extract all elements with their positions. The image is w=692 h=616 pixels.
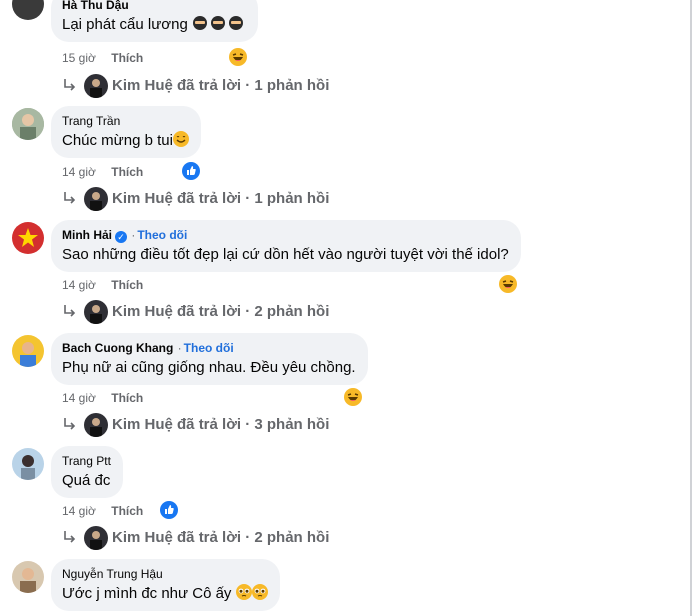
smile-emoji-icon: [172, 131, 189, 147]
commenter-name[interactable]: Nguyễn Trung Hậu: [62, 566, 268, 582]
reply-arrow-icon: [62, 303, 78, 319]
like-reaction-icon[interactable]: [160, 501, 178, 519]
avatar[interactable]: [12, 448, 44, 480]
comment-text: Sao những điều tốt đẹp lại cứ dồn hết và…: [62, 246, 509, 263]
avatar[interactable]: [12, 561, 44, 593]
avatar: [84, 74, 108, 98]
comment-time[interactable]: 14 giờ: [62, 504, 96, 518]
comment-time[interactable]: 14 giờ: [62, 391, 96, 405]
comment-meta: 15 giờ Thích: [62, 50, 143, 66]
reply-count: 1 phản hồi: [254, 77, 330, 94]
avatar: [84, 187, 108, 211]
commenter-name[interactable]: Minh Hải: [62, 228, 112, 242]
follow-button[interactable]: Theo dõi: [184, 341, 234, 355]
avatar: [84, 300, 108, 324]
comment-time[interactable]: 15 giờ: [62, 51, 96, 65]
comment-text: Chúc mừng b tui: [62, 132, 173, 149]
comment-time[interactable]: 14 giờ: [62, 278, 96, 292]
comment-bubble: Trang Trần Chúc mừng b tui: [51, 106, 201, 158]
reply-author: Kim Huệ: [112, 190, 173, 207]
like-button[interactable]: Thích: [111, 51, 143, 65]
reply-author: Kim Huệ: [112, 77, 173, 94]
commenter-name[interactable]: Bach Cuong Khang: [62, 341, 173, 355]
reply-author: Kim Huệ: [112, 529, 173, 546]
pleading-emoji-icon: [235, 584, 252, 600]
commenter-name[interactable]: Trang Ptt: [62, 453, 111, 469]
follow-button[interactable]: Theo dõi: [137, 228, 187, 242]
avatar[interactable]: [12, 108, 44, 140]
comment-meta: 14 giờ Thích: [62, 277, 143, 293]
like-button[interactable]: Thích: [111, 278, 143, 292]
commenter-name[interactable]: Hà Thu Dậu: [62, 0, 246, 13]
like-button[interactable]: Thích: [111, 391, 143, 405]
comment-bubble: Bach Cuong Khang · Theo dõi Phụ nữ ai cũn…: [51, 333, 368, 385]
avatar[interactable]: [12, 0, 44, 20]
commenter-name[interactable]: Trang Trần: [62, 113, 189, 129]
comment-text: Quá đc: [62, 472, 111, 489]
comment-meta: 14 giờ Thích: [62, 390, 143, 406]
avatar[interactable]: [12, 222, 44, 254]
comment-time[interactable]: 14 giờ: [62, 165, 96, 179]
reply-author: Kim Huệ: [112, 303, 173, 320]
avatar[interactable]: [12, 335, 44, 367]
ninja-emoji-icon: [192, 15, 246, 31]
reply-count: 2 phản hồi: [254, 303, 330, 320]
comment-text: Phụ nữ ai cũng giống nhau. Đều yêu chồng…: [62, 359, 356, 376]
comment-meta: 14 giờ Thích: [62, 503, 143, 519]
like-reaction-icon[interactable]: [182, 162, 200, 180]
like-button[interactable]: Thích: [111, 504, 143, 518]
like-button[interactable]: Thích: [111, 165, 143, 179]
comment-meta: 14 giờ Thích: [62, 164, 143, 180]
verified-badge-icon: ✓: [115, 231, 127, 243]
avatar: [84, 526, 108, 550]
reply-count: 2 phản hồi: [254, 529, 330, 546]
avatar: [84, 413, 108, 437]
reply-arrow-icon: [62, 190, 78, 206]
comment-text: Ước j mình đc như Cô ấy: [62, 585, 232, 602]
haha-reaction-icon[interactable]: [229, 48, 247, 66]
comment-bubble: Hà Thu Dậu Lại phát cẩu lương: [51, 0, 258, 42]
reply-arrow-icon: [62, 529, 78, 545]
reply-arrow-icon: [62, 416, 78, 432]
reply-count: 1 phản hồi: [254, 190, 330, 207]
reply-arrow-icon: [62, 77, 78, 93]
comment-bubble: Nguyễn Trung Hậu Ước j mình đc như Cô ấy: [51, 559, 280, 611]
pleading-emoji-icon: [251, 584, 268, 600]
haha-reaction-icon[interactable]: [499, 275, 517, 293]
comment-text: Lại phát cẩu lương: [62, 16, 188, 33]
comment-bubble: Minh Hải ✓ · Theo dõi Sao những điều tốt đ…: [51, 220, 521, 272]
reply-author: Kim Huệ: [112, 416, 173, 433]
haha-reaction-icon[interactable]: [344, 388, 362, 406]
comment-bubble: Trang Ptt Quá đc: [51, 446, 123, 498]
reply-count: 3 phản hồi: [254, 416, 330, 433]
